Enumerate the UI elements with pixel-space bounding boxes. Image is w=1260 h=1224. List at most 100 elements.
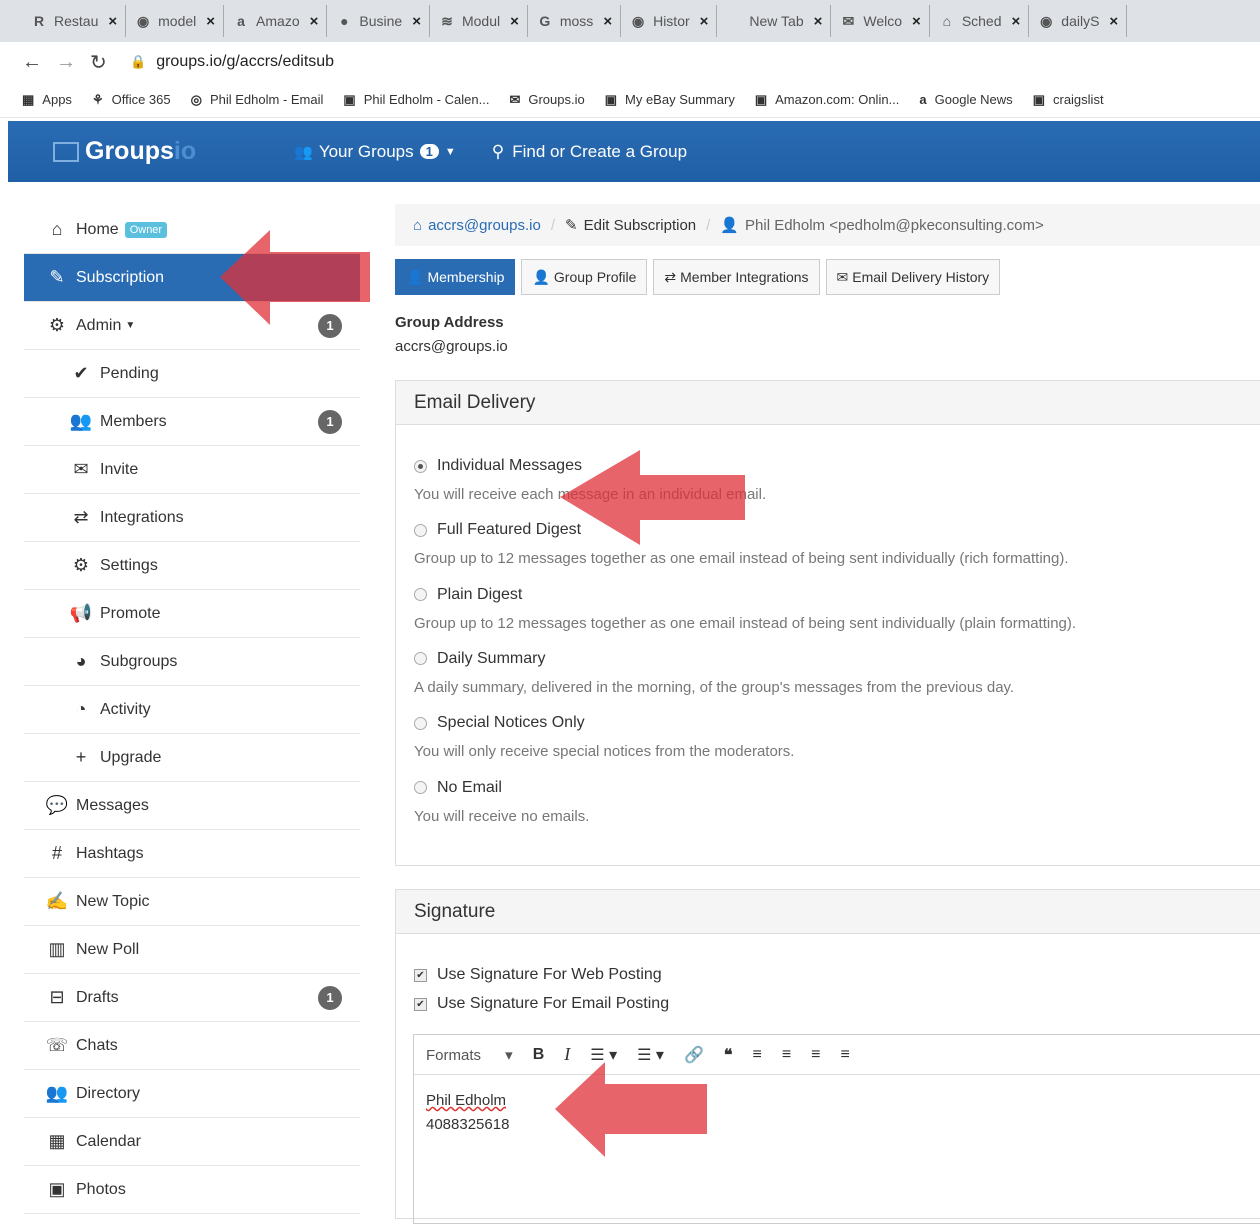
sidebar-item-new-poll[interactable]: ▥ New Poll xyxy=(24,926,360,974)
browser-tab[interactable]: ◉ Histor × xyxy=(621,5,718,37)
sidebar-item-subscription[interactable]: ✎ Subscription xyxy=(24,254,360,302)
radio-button[interactable] xyxy=(414,652,427,666)
formats-dropdown[interactable]: Formats ▾ xyxy=(426,1046,513,1064)
link-icon[interactable]: 🔗 xyxy=(684,1045,704,1065)
close-icon[interactable]: × xyxy=(1109,13,1118,30)
browser-tab[interactable]: R Restau × xyxy=(22,5,127,37)
email-signature-checkbox[interactable]: ✔ Use Signature For Email Posting xyxy=(414,995,669,1013)
breadcrumb-group-link[interactable]: accrs@groups.io xyxy=(428,217,541,234)
your-groups-menu[interactable]: 👥 Your Groups 1 ▼ xyxy=(294,142,456,162)
bold-icon[interactable]: B xyxy=(533,1046,545,1064)
sidebar-item-pending[interactable]: ✔ Pending xyxy=(24,350,360,398)
bookmark-item[interactable]: ▣ My eBay Summary xyxy=(605,92,735,108)
italic-icon[interactable]: I xyxy=(564,1044,570,1065)
web-signature-checkbox[interactable]: ✔ Use Signature For Web Posting xyxy=(414,966,662,984)
tab-email-delivery-history[interactable]: ✉ Email Delivery History xyxy=(825,259,1001,295)
delivery-radio-option[interactable]: Full Featured Digest xyxy=(414,521,581,539)
bookmark-item[interactable]: ✉ Groups.io xyxy=(509,92,584,108)
bookmark-item[interactable]: ▦ Apps xyxy=(22,92,72,108)
delivery-radio-option[interactable]: Daily Summary xyxy=(414,650,545,668)
close-icon[interactable]: × xyxy=(108,13,117,30)
browser-tab[interactable]: ◉ model × xyxy=(126,5,225,37)
close-icon[interactable]: × xyxy=(310,13,319,30)
bookmark-item[interactable]: ▣ Phil Edholm - Calen... xyxy=(343,92,489,108)
close-icon[interactable]: × xyxy=(412,13,421,30)
align-left-icon[interactable]: ≡ xyxy=(752,1046,761,1064)
sidebar-item-home[interactable]: ⌂ Home Owner xyxy=(24,206,360,254)
sidebar-item-hashtags[interactable]: # Hashtags xyxy=(24,830,360,878)
tab-member-integrations[interactable]: ⇄ Member Integrations xyxy=(653,259,820,295)
close-icon[interactable]: × xyxy=(700,13,709,30)
radio-button[interactable] xyxy=(414,716,427,730)
sidebar-item-directory[interactable]: 👥 Directory xyxy=(24,1070,360,1118)
sidebar-item-admin[interactable]: ⚙ Admin ▼ 1 xyxy=(24,302,360,350)
close-icon[interactable]: × xyxy=(912,13,921,30)
tab-favicon-icon: ◉ xyxy=(1040,12,1053,29)
back-icon[interactable]: ← xyxy=(22,51,56,74)
close-icon[interactable]: × xyxy=(603,13,612,30)
reload-icon[interactable]: ↻ xyxy=(90,50,124,75)
editor-body[interactable]: Phil Edholm 4088325618 xyxy=(414,1075,1260,1151)
sidebar-item-subgroups[interactable]: ◕ Subgroups xyxy=(24,638,360,686)
sidebar-item-new-topic[interactable]: ✍ New Topic xyxy=(24,878,360,926)
delivery-radio-option[interactable]: No Email xyxy=(414,779,502,797)
bookmark-item[interactable]: ▣ craigslist xyxy=(1033,92,1104,108)
radio-button[interactable] xyxy=(414,588,427,602)
delivery-radio-option[interactable]: Special Notices Only xyxy=(414,714,585,732)
radio-button[interactable] xyxy=(414,781,427,794)
radio-button[interactable] xyxy=(414,523,427,537)
tab-membership[interactable]: 👤 Membership xyxy=(395,259,516,295)
sidebar-item-integrations[interactable]: ⇄ Integrations xyxy=(24,494,360,542)
find-group-link[interactable]: ⚲ Find or Create a Group xyxy=(492,142,687,162)
delivery-radio-option[interactable]: Individual Messages xyxy=(414,457,582,475)
sidebar-item-promote[interactable]: 📢 Promote xyxy=(24,590,360,638)
sidebar-item-members[interactable]: 👥 Members 1 xyxy=(24,398,360,446)
sidebar-item-calendar[interactable]: ▦ Calendar xyxy=(24,1118,360,1166)
bookmark-item[interactable]: a Google News xyxy=(919,92,1012,107)
delivery-radio-option[interactable]: Plain Digest xyxy=(414,586,522,604)
sidebar-item-label: Messages xyxy=(76,796,149,814)
close-icon[interactable]: × xyxy=(206,13,215,30)
bookmark-item[interactable]: ⚘ Office 365 xyxy=(92,92,171,108)
sidebar-item-label: Settings xyxy=(100,556,158,574)
sidebar-item-drafts[interactable]: ⊟ Drafts 1 xyxy=(24,974,360,1022)
browser-tab[interactable]: ≋ Modul × xyxy=(430,5,528,37)
exchange-icon: ⇄ xyxy=(73,507,89,527)
url-field[interactable]: groups.io/g/accrs/editsub xyxy=(156,53,334,71)
browser-tab[interactable]: ◉ dailyS × xyxy=(1029,5,1128,37)
browser-tab[interactable]: ✉ Welco × xyxy=(831,5,930,37)
align-right-icon[interactable]: ≡ xyxy=(811,1046,820,1064)
browser-tab[interactable]: a Amazo × xyxy=(224,5,328,37)
bookmark-item[interactable]: ◎ Phil Edholm - Email xyxy=(191,92,324,108)
signature-editor[interactable]: Formats ▾ B I ☰ ▾ ☰ ▾ 🔗 ❝ ≡ ≡ ≡ ≡ Phil E… xyxy=(413,1034,1260,1224)
sidebar-item-label: Pending xyxy=(100,364,159,382)
lock-icon: 🔒 xyxy=(130,54,147,69)
sidebar-item-upgrade[interactable]: + Upgrade xyxy=(24,734,360,782)
sidebar-item-invite[interactable]: ✉ Invite xyxy=(24,446,360,494)
close-icon[interactable]: × xyxy=(1012,13,1021,30)
groups-logo[interactable]: Groups io xyxy=(53,137,196,166)
radio-button[interactable] xyxy=(414,459,427,473)
close-icon[interactable]: × xyxy=(814,13,823,30)
browser-tab[interactable]: New Tab × xyxy=(717,5,832,37)
align-center-icon[interactable]: ≡ xyxy=(782,1046,791,1064)
bullet-list-icon[interactable]: ☰ ▾ xyxy=(590,1045,617,1065)
sidebar-item-messages[interactable]: 💬 Messages xyxy=(24,782,360,830)
forward-icon[interactable]: → xyxy=(56,51,90,74)
sidebar-item-chats[interactable]: ☏ Chats xyxy=(24,1022,360,1070)
tab-group-profile[interactable]: 👤 Group Profile xyxy=(521,259,648,295)
browser-tab[interactable]: ● Busine × xyxy=(327,5,430,37)
browser-tab[interactable]: ⌂ Sched × xyxy=(930,5,1030,37)
delivery-option-description: Group up to 12 messages together as one … xyxy=(414,550,1069,568)
bookmark-item[interactable]: ▣ Amazon.com: Onlin... xyxy=(755,92,900,108)
sidebar-item-activity[interactable]: ◔ Activity xyxy=(24,686,360,734)
radio-label: Individual Messages xyxy=(437,457,582,474)
sidebar-item-photos[interactable]: ▣ Photos xyxy=(24,1166,360,1214)
numbered-list-icon[interactable]: ☰ ▾ xyxy=(637,1045,664,1065)
browser-tab[interactable]: Gmoss × xyxy=(528,5,622,37)
quote-icon[interactable]: ❝ xyxy=(724,1045,733,1065)
justify-icon[interactable]: ≡ xyxy=(841,1046,850,1064)
close-icon[interactable]: × xyxy=(510,13,519,30)
sidebar-item-settings[interactable]: ⚙ Settings xyxy=(24,542,360,590)
sidebar-item-label: Drafts xyxy=(76,988,119,1006)
